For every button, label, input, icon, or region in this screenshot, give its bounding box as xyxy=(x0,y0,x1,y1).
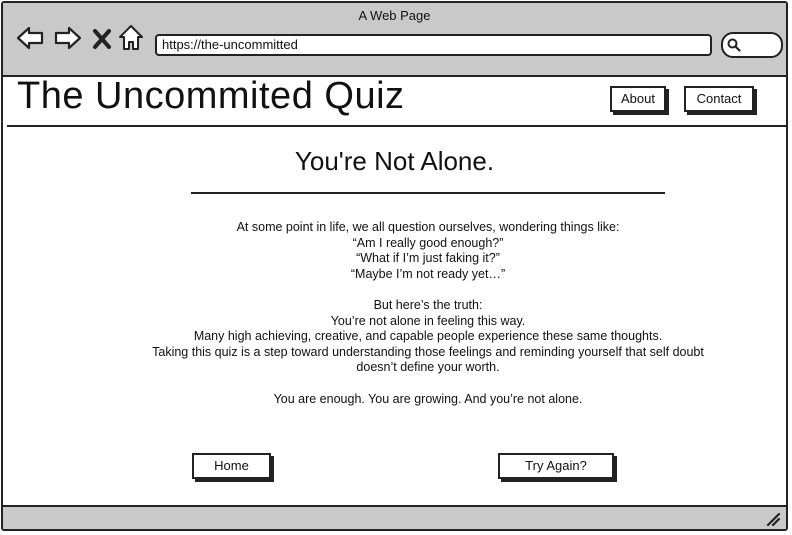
forward-arrow-icon[interactable] xyxy=(53,23,83,53)
url-input[interactable]: https://the-uncommitted xyxy=(155,34,712,56)
site-title: The Uncommited Quiz xyxy=(17,75,405,117)
home-button[interactable]: Home xyxy=(192,453,271,479)
about-button[interactable]: About xyxy=(610,86,666,112)
body-line: “What if I’m just faking it?” xyxy=(356,251,500,266)
closing-line: You are enough. You are growing. And you… xyxy=(273,391,583,406)
status-bar xyxy=(3,505,786,529)
home-icon[interactable] xyxy=(118,23,144,53)
resize-grip-icon[interactable] xyxy=(766,512,780,526)
back-arrow-icon[interactable] xyxy=(15,23,45,53)
body-line: Taking this quiz is a step toward unders… xyxy=(152,344,704,375)
body-line: You’re not alone in feeling this way. xyxy=(330,313,526,328)
message-body: At some point in life, we all question o… xyxy=(143,220,713,407)
body-line: “Am I really good enough?” xyxy=(352,235,504,250)
contact-button[interactable]: Contact xyxy=(684,86,754,112)
try-again-button[interactable]: Try Again? xyxy=(498,453,614,479)
browser-window: A Web Page https://the-uncommitted The U… xyxy=(1,1,788,531)
heading-underline xyxy=(191,192,665,194)
body-line: At some point in life, we all question o… xyxy=(236,220,620,234)
page-heading: You're Not Alone. xyxy=(294,146,495,176)
header-divider xyxy=(7,125,786,127)
search-button[interactable] xyxy=(721,32,783,58)
body-line: Many high achieving, creative, and capab… xyxy=(193,329,663,344)
body-line: But here’s the truth: xyxy=(373,297,483,312)
body-line: “Maybe I’m not ready yet…” xyxy=(350,266,506,281)
close-x-icon[interactable] xyxy=(91,23,113,53)
search-icon xyxy=(727,38,741,52)
window-title: A Web Page xyxy=(358,8,431,23)
browser-chrome: A Web Page https://the-uncommitted xyxy=(3,3,786,77)
